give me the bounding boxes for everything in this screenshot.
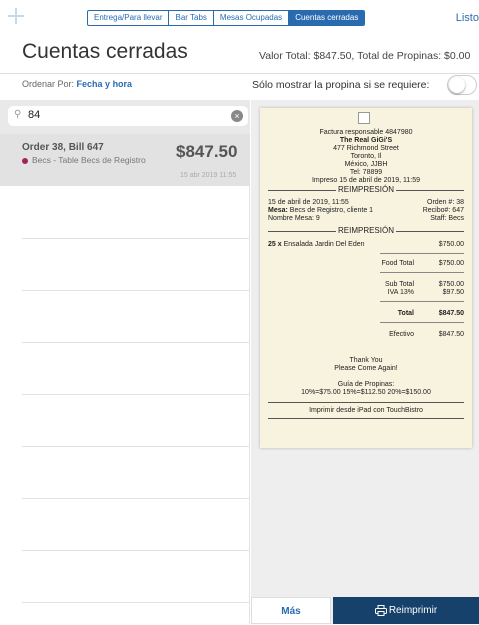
clear-icon[interactable]: × (231, 110, 243, 122)
reprint-label: Reimprimir (388, 605, 438, 616)
come-again-text: Please Come Again! (334, 365, 398, 372)
order-date: 15 abr 2019 11:55 (180, 172, 237, 179)
tab-occupied-tables[interactable]: Mesas Ocupadas (212, 11, 288, 25)
divider (0, 73, 479, 74)
order-number: Orden #: 38 (427, 199, 464, 206)
receipt: Factura responsable 4847980 The Real GiG… (260, 108, 472, 448)
empty-row-divider (22, 602, 250, 603)
tip-toggle-label: Sólo mostrar la propina si se requiere: (252, 79, 430, 91)
empty-row-divider (22, 498, 250, 499)
tip-guide: 10%=$75.00 15%=$112.50 20%=$150.00 (301, 389, 431, 396)
restaurant-country: México, JJBH (344, 161, 388, 168)
empty-row-divider (22, 290, 250, 291)
more-button[interactable]: Más (251, 597, 331, 624)
tip-guide-label: Guía de Propinas: (337, 381, 395, 388)
receipt-invoice: Factura responsable 4847980 (319, 129, 413, 136)
cash-amount: $847.50 (438, 331, 464, 338)
order-amount: $847.50 (176, 142, 238, 161)
search-icon: ⚲ (14, 109, 22, 120)
printed-date: Impreso 15 de abril de 2019, 11:59 (311, 177, 421, 184)
bill-date: 15 de abril de 2019, 11:55 (268, 199, 349, 206)
toggle-knob (449, 77, 465, 93)
reprint-banner: REIMPRESIÓN (335, 226, 396, 235)
separator (380, 272, 464, 273)
separator (380, 322, 464, 323)
logo-placeholder (358, 112, 370, 124)
done-button[interactable]: Listo (456, 12, 479, 24)
bills-list-pane: ⚲ 84 × Order 38, Bill 647 Becs - Table B… (0, 100, 250, 624)
separator (268, 418, 464, 419)
reprint-button[interactable]: Reimprimir (333, 597, 479, 624)
printer-icon (374, 604, 387, 616)
action-bar: Más Reimprimir (251, 597, 479, 624)
empty-row-divider (22, 238, 250, 239)
receipt-number: Recibo#: 647 (422, 207, 464, 214)
sort-value[interactable]: Fecha y hora (77, 79, 133, 89)
receipt-footer: Imprimir desde iPad con TouchBistro (309, 407, 423, 414)
search-value: 84 (28, 109, 41, 121)
top-bar: Entrega/Para llevar Bar Tabs Mesas Ocupa… (0, 0, 479, 36)
staff-name: Staff: Becs (430, 215, 464, 222)
search-input[interactable]: ⚲ 84 × (8, 106, 248, 126)
empty-row-divider (22, 342, 250, 343)
order-table: Becs - Table Becs de Registro (32, 155, 146, 165)
subtotal: $750.00 (438, 281, 464, 288)
staff-color-dot (22, 158, 28, 164)
totals-summary: Valor Total: $847.50, Total de Propinas:… (259, 50, 471, 62)
add-icon[interactable] (8, 8, 24, 24)
total-label: Total (397, 310, 414, 317)
page-title: Cuentas cerradas (22, 40, 188, 63)
tip-toggle[interactable] (447, 75, 477, 95)
item-price: $750.00 (438, 241, 464, 248)
tab-delivery[interactable]: Entrega/Para llevar (88, 11, 168, 25)
sort-label: Ordenar Por: (22, 79, 75, 89)
list-item[interactable]: Order 38, Bill 647 Becs - Table Becs de … (0, 134, 250, 186)
receipt-pane: Factura responsable 4847980 The Real GiG… (251, 100, 479, 624)
food-total: $750.00 (438, 260, 464, 267)
subtotal-label: Sub Total (384, 281, 414, 288)
search-bar: ⚲ 84 × (0, 100, 250, 134)
segmented-control: Entrega/Para llevar Bar Tabs Mesas Ocupa… (87, 10, 366, 26)
restaurant-phone: Tel: 78899 (349, 169, 383, 176)
restaurant-name: The Real GiGi'S (339, 137, 393, 144)
tab-closed-bills[interactable]: Cuentas cerradas (288, 11, 365, 25)
reprint-banner: REIMPRESIÓN (335, 185, 396, 194)
cash-label: Efectivo (389, 331, 414, 338)
food-total-label: Food Total (381, 260, 414, 267)
empty-row-divider (22, 550, 250, 551)
separator (268, 402, 464, 403)
mesa-line: Mesa: Becs de Registro, cliente 1 (268, 207, 374, 214)
empty-row-divider (22, 394, 250, 395)
restaurant-street: 477 Richmond Street (333, 145, 399, 152)
item-line: 25 x Ensalada Jardin Del Eden (268, 241, 365, 248)
separator (380, 301, 464, 302)
thanks-text: Thank You (349, 357, 383, 364)
tab-bar-tabs[interactable]: Bar Tabs (168, 11, 212, 25)
restaurant-city: Toronto, Il (350, 153, 382, 160)
tax-amount: $97.50 (442, 289, 464, 296)
separator (380, 253, 464, 254)
sort-control[interactable]: Ordenar Por: Fecha y hora (22, 79, 132, 89)
total-amount: $847.50 (438, 310, 464, 317)
table-name: Nombre Mesa: 9 (268, 215, 320, 222)
empty-row-divider (22, 446, 250, 447)
order-name: Order 38, Bill 647 (22, 142, 104, 153)
tax-label: IVA 13% (387, 289, 414, 296)
